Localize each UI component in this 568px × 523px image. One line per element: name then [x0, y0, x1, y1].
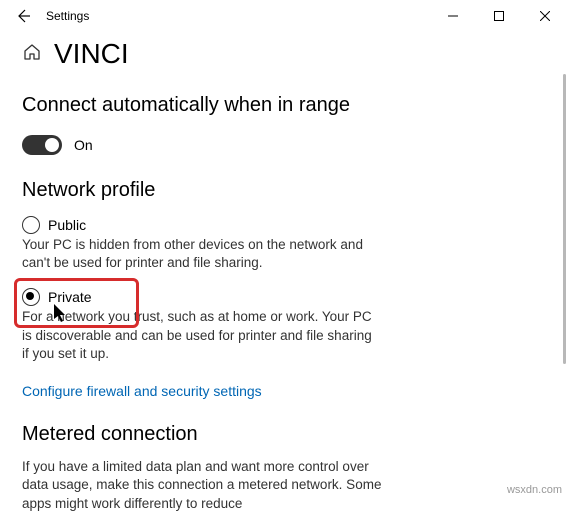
auto-connect-toggle[interactable]	[22, 135, 62, 155]
maximize-icon	[494, 11, 504, 21]
back-button[interactable]	[8, 8, 38, 24]
home-icon[interactable]	[22, 42, 42, 67]
page-title: VINCI	[54, 38, 129, 70]
radio-public-desc: Your PC is hidden from other devices on …	[22, 236, 382, 272]
window-title: Settings	[46, 9, 89, 23]
auto-connect-heading: Connect automatically when in range	[22, 94, 546, 117]
close-icon	[540, 11, 550, 21]
radio-option-public: Public Your PC is hidden from other devi…	[22, 216, 382, 272]
scrollbar[interactable]	[563, 74, 566, 364]
radio-private-label: Private	[48, 289, 92, 305]
back-arrow-icon	[15, 8, 31, 24]
watermark: wsxdn.com	[507, 484, 562, 496]
radio-circle-selected-icon	[22, 288, 40, 306]
toggle-knob	[45, 138, 59, 152]
minimize-icon	[448, 11, 458, 21]
firewall-settings-link[interactable]: Configure firewall and security settings	[22, 383, 262, 399]
metered-heading: Metered connection	[22, 423, 546, 446]
close-button[interactable]	[522, 0, 568, 32]
network-profile-heading: Network profile	[22, 179, 546, 202]
metered-desc: If you have a limited data plan and want…	[22, 458, 382, 513]
radio-private[interactable]: Private	[22, 288, 382, 306]
radio-public[interactable]: Public	[22, 216, 382, 234]
radio-circle-icon	[22, 216, 40, 234]
minimize-button[interactable]	[430, 0, 476, 32]
radio-option-private: Private For a network you trust, such as…	[22, 288, 382, 363]
radio-private-desc: For a network you trust, such as at home…	[22, 308, 382, 363]
radio-public-label: Public	[48, 217, 86, 233]
auto-connect-toggle-label: On	[74, 137, 93, 153]
maximize-button[interactable]	[476, 0, 522, 32]
